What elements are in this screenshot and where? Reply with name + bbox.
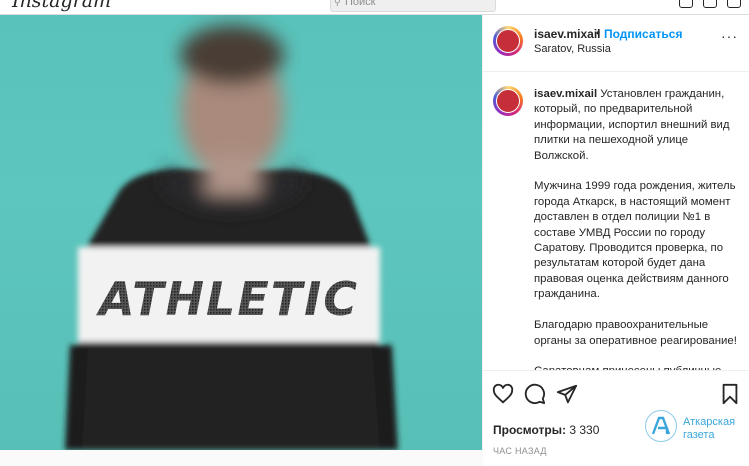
post-timestamp[interactable]: ЧАС НАЗАД	[493, 446, 547, 456]
share-icon[interactable]	[556, 383, 578, 405]
nav-icons	[679, 0, 741, 8]
views-label: Просмотры:	[493, 423, 567, 437]
caption-area: isaev.mixail Установлен гражданин, котор…	[483, 72, 749, 370]
home-icon[interactable]	[679, 0, 693, 8]
caption-text-block: isaev.mixail Установлен гражданин, котор…	[534, 87, 739, 370]
caption-avatar[interactable]	[493, 86, 523, 116]
watermark-line2: газета	[683, 429, 715, 441]
caption-username[interactable]: isaev.mixail	[534, 88, 597, 100]
save-bookmark[interactable]	[720, 383, 740, 405]
search-icon: ⚲	[334, 0, 341, 7]
direct-icon[interactable]	[703, 0, 717, 8]
more-options-icon[interactable]: ···	[721, 28, 738, 44]
atkarsk-gazeta-watermark: Аткарская газета	[643, 408, 749, 448]
comment-icon[interactable]	[524, 383, 546, 405]
post-sidebar: isaev.mixail • Подписаться Saratov, Russ…	[482, 15, 749, 466]
post-header: isaev.mixail • Подписаться Saratov, Russ…	[483, 15, 749, 72]
post-photo[interactable]: ATHLETIC	[0, 15, 482, 450]
search-placeholder: Поиск	[345, 0, 376, 8]
shirt-lettering: ATHLETIC	[96, 272, 359, 326]
instagram-logo[interactable]: Instagram	[12, 0, 111, 12]
explore-icon[interactable]	[727, 0, 741, 8]
bookmark-icon[interactable]	[720, 383, 740, 405]
avatar[interactable]	[493, 26, 523, 56]
like-heart-icon[interactable]	[492, 383, 514, 405]
gazeta-logo-icon	[645, 410, 677, 442]
action-icons	[492, 383, 578, 405]
separator-dot: •	[596, 26, 601, 40]
views-count[interactable]: Просмотры: 3 330	[493, 423, 599, 437]
username-link[interactable]: isaev.mixail	[534, 27, 601, 41]
views-number: 3 330	[569, 423, 600, 437]
follow-button[interactable]: Подписаться	[604, 27, 682, 41]
blurred-man-illustration: ATHLETIC	[65, 25, 398, 450]
top-navigation-bar: Instagram ⚲ Поиск	[0, 0, 749, 15]
search-input[interactable]: ⚲ Поиск	[330, 0, 496, 12]
caption-body: Установлен гражданин, который, по предва…	[534, 88, 737, 370]
location-link[interactable]: Saratov, Russia	[534, 43, 611, 55]
watermark-line1: Аткарская	[683, 416, 736, 428]
